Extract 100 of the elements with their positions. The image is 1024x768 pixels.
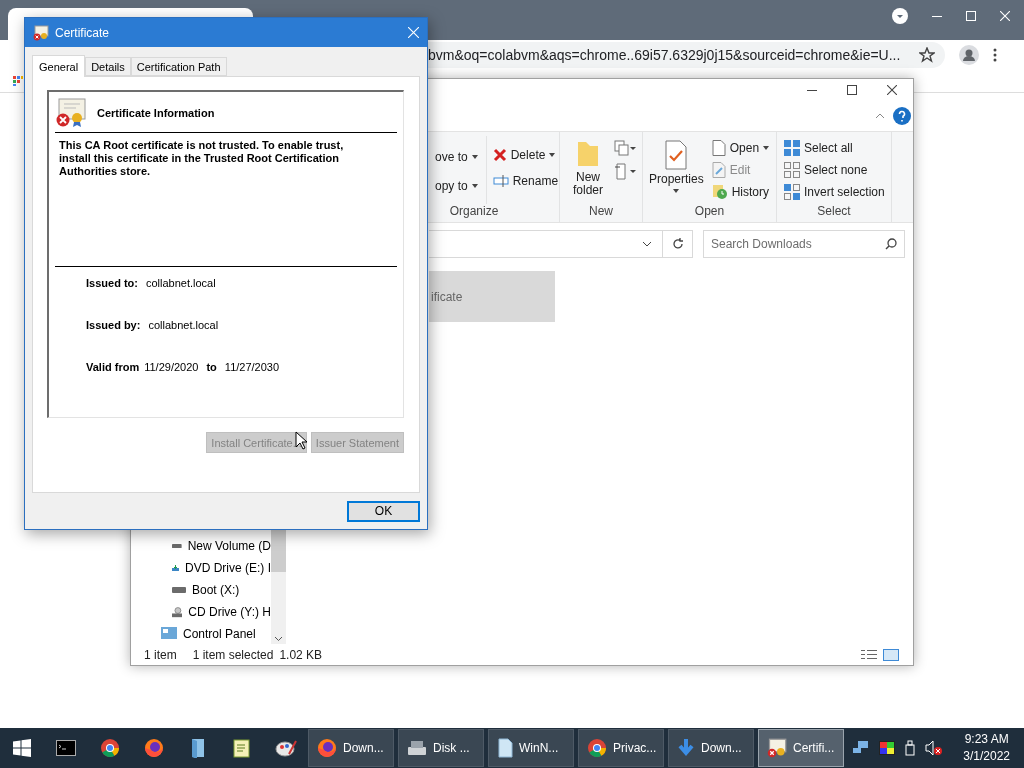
download-icon — [677, 738, 695, 758]
help-icon[interactable] — [893, 107, 911, 125]
tab[interactable]: General — [32, 55, 86, 77]
field-value: collabnet.local — [145, 277, 216, 289]
taskbar-button[interactable]: Certifi... — [758, 729, 844, 767]
chevron-down-icon[interactable] — [642, 241, 652, 247]
field-label: to — [206, 361, 217, 373]
notebook-icon[interactable] — [189, 738, 207, 758]
select-command[interactable]: Select all — [784, 140, 885, 156]
folder-icon — [576, 140, 600, 168]
copy-to-button[interactable]: opy to — [435, 179, 478, 193]
group-label: Select — [816, 204, 852, 220]
chrome-icon — [100, 738, 120, 758]
nav-item[interactable]: Boot (X:) — [131, 582, 271, 598]
status-text: 1 item — [144, 647, 177, 662]
firefox-icon — [144, 738, 164, 758]
maximize-icon[interactable] — [847, 85, 857, 95]
firefox-icon — [317, 738, 337, 758]
drive-icon — [172, 542, 182, 550]
document-icon — [711, 140, 726, 156]
field-value: 11/29/2020 — [144, 361, 199, 373]
details-view-icon[interactable] — [861, 648, 877, 661]
open-menu-item[interactable]: Open — [711, 140, 770, 156]
nav-item[interactable]: DVD Drive (E:) I — [131, 560, 271, 576]
certificate-error-icon — [55, 98, 87, 128]
start-icon[interactable] — [13, 739, 31, 757]
minimize-icon[interactable] — [807, 89, 817, 91]
invert-selection-icon — [784, 184, 800, 200]
taskbar-button[interactable]: Down... — [668, 729, 754, 767]
large-icons-view-icon[interactable] — [883, 648, 899, 661]
field-label: Issued to: — [86, 277, 138, 289]
rename-icon — [492, 175, 509, 187]
tab[interactable]: Certification Path — [130, 57, 227, 76]
document-icon — [497, 738, 513, 758]
network-icon[interactable] — [853, 741, 870, 755]
history-icon — [711, 184, 728, 200]
paint-icon[interactable] — [275, 738, 297, 758]
drive-icon — [172, 586, 186, 594]
certificate-icon — [33, 24, 49, 41]
edit-document-icon — [711, 162, 726, 178]
refresh-icon[interactable] — [671, 238, 684, 250]
color-display-icon[interactable] — [879, 741, 896, 755]
properties-icon — [664, 140, 689, 170]
open-menu-item[interactable]: History — [711, 184, 770, 200]
terminal-icon[interactable] — [56, 740, 76, 756]
nav-item[interactable]: New Volume (D — [131, 538, 271, 554]
field-label: Issued by: — [86, 319, 141, 331]
taskbar-button[interactable]: Disk ... — [398, 729, 484, 767]
cd-drive-icon — [172, 605, 183, 619]
caret-icon — [549, 153, 556, 157]
select-all-icon — [784, 140, 800, 156]
chrome-icon — [587, 738, 607, 758]
scroll-thumb[interactable] — [271, 527, 286, 572]
caret-icon — [471, 184, 478, 188]
collapse-ribbon-icon[interactable] — [875, 113, 885, 119]
field-value: collabnet.local — [148, 319, 219, 331]
taskbar-button[interactable]: WinN... — [488, 729, 574, 767]
search-icon — [885, 238, 897, 250]
select-command[interactable]: Invert selection — [784, 184, 885, 200]
address-field[interactable] — [429, 230, 693, 258]
field-label: Valid from — [86, 361, 140, 373]
clock[interactable]: 9:23 AM 3/1/2022 — [963, 731, 1010, 765]
minimize-icon[interactable] — [932, 15, 942, 17]
easy-access-icon[interactable] — [614, 162, 636, 180]
select-none-icon — [784, 162, 800, 178]
usb-drive-icon[interactable] — [905, 740, 916, 756]
search-field[interactable]: Search Downloads — [703, 230, 905, 258]
field-value: 11/27/2030 — [224, 361, 280, 373]
caret-icon — [471, 155, 478, 159]
new-item-icon[interactable] — [614, 140, 636, 156]
taskbar-app[interactable] — [144, 738, 164, 758]
tab[interactable]: Details — [85, 57, 131, 76]
select-command[interactable]: Select none — [784, 162, 885, 178]
delete-icon — [492, 148, 507, 162]
properties-button[interactable]: Properties — [649, 136, 704, 204]
taskbar-app[interactable] — [100, 738, 120, 758]
drive-icon — [407, 739, 427, 757]
apps-icon[interactable] — [13, 76, 23, 86]
certificate-icon — [767, 738, 787, 758]
close-icon[interactable] — [887, 85, 897, 95]
nav-item[interactable]: CD Drive (Y:) H — [131, 604, 271, 620]
profile-icon[interactable] — [959, 45, 979, 65]
file-item[interactable]: ificate — [429, 271, 555, 322]
move-to-button[interactable]: ove to — [435, 150, 478, 164]
delete-button[interactable]: Delete — [492, 148, 559, 162]
menu-icon[interactable] — [993, 48, 997, 62]
tab-search-icon — [892, 8, 908, 24]
trust-warning-text: This CA Root certificate is not trusted. To enable trust, install this certificate in the Trusted Root Certification Authorities store. — [55, 133, 397, 267]
group-label: New — [588, 204, 614, 220]
speaker-muted-icon[interactable] — [925, 740, 944, 756]
section-heading: Certificate Information — [97, 107, 215, 119]
star-icon[interactable] — [919, 47, 935, 63]
notepad-icon[interactable] — [233, 738, 251, 758]
taskbar-button[interactable]: Down... — [308, 729, 394, 767]
taskbar-button[interactable]: Privac... — [578, 729, 664, 767]
group-label: Open — [693, 204, 726, 220]
rename-button[interactable]: Rename — [492, 174, 559, 188]
new-folder-button[interactable]: New folder — [570, 136, 606, 204]
nav-item[interactable]: Control Panel — [131, 626, 271, 642]
ok-button[interactable]: OK — [347, 500, 420, 522]
